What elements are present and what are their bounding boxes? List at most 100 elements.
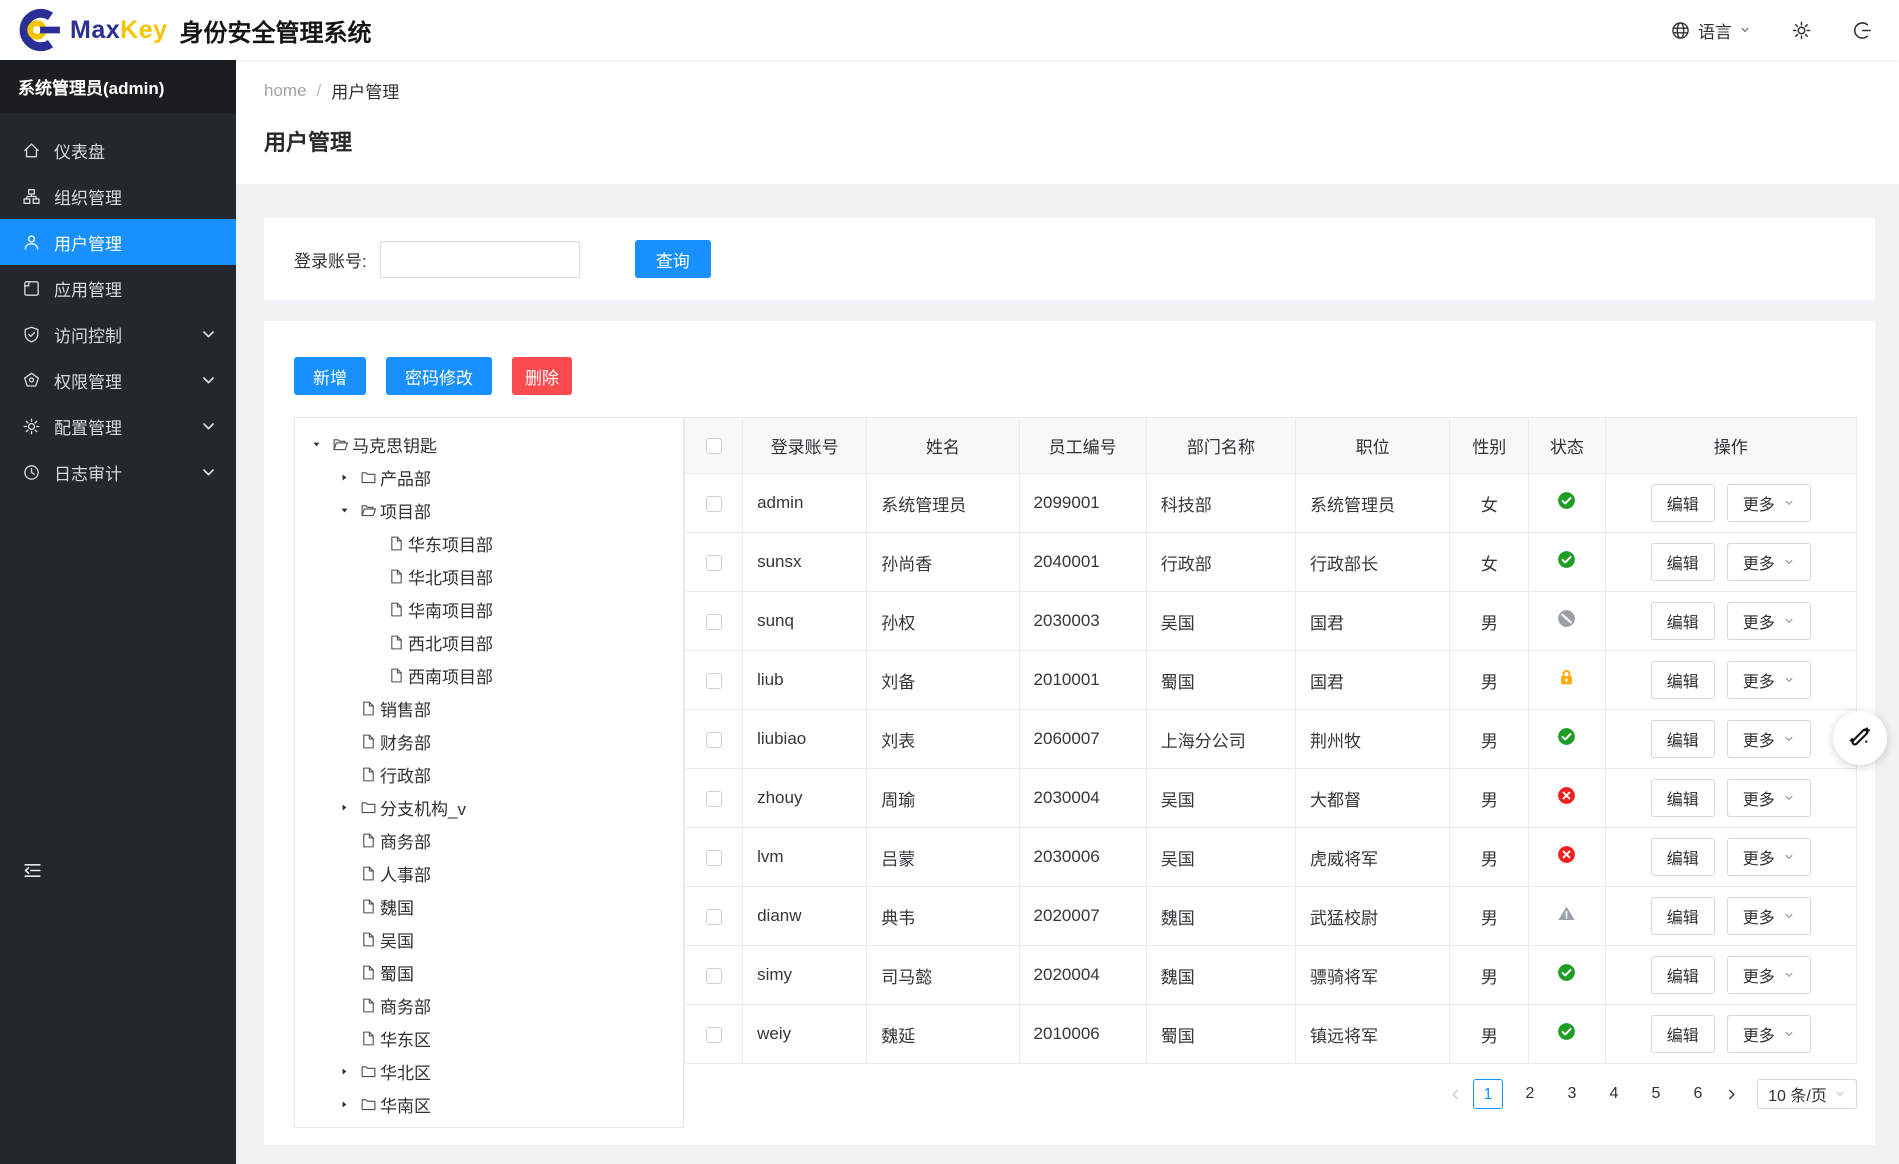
caret-down-icon[interactable]	[307, 439, 325, 451]
tree-node-0[interactable]: 马克思钥匙	[295, 428, 683, 461]
row-checkbox[interactable]	[705, 613, 722, 630]
edit-button[interactable]: 编辑	[1650, 720, 1715, 758]
row-checkbox[interactable]	[705, 672, 722, 689]
sidebar-item-1[interactable]: 组织管理	[0, 173, 236, 219]
row-checkbox[interactable]	[705, 1026, 722, 1043]
pagination-next[interactable]	[1719, 1079, 1743, 1109]
menu-fold-icon[interactable]	[22, 860, 43, 881]
pagination-page-6[interactable]: 6	[1683, 1079, 1713, 1109]
tree-node-1[interactable]: 产品部	[295, 461, 683, 494]
logout-button[interactable]	[1852, 20, 1873, 41]
tree-node-19[interactable]: 华北区	[295, 1055, 683, 1088]
pagination-page-3[interactable]: 3	[1557, 1079, 1587, 1109]
pagination-page-5[interactable]: 5	[1641, 1079, 1671, 1109]
tree-node-11[interactable]: 分支机构_v	[295, 791, 683, 824]
row-checkbox[interactable]	[705, 731, 722, 748]
sidebar: 系统管理员(admin) 仪表盘 组织管理 用户管理 应用管理 访问控制 权限管理 配置管理…	[0, 60, 236, 1164]
sidebar-item-3[interactable]: 应用管理	[0, 265, 236, 311]
more-button[interactable]: 更多	[1726, 779, 1811, 817]
caret-placeholder	[335, 868, 353, 880]
cell-name: 刘表	[866, 709, 1020, 769]
tree-node-9[interactable]: 财务部	[295, 725, 683, 758]
page-size-select[interactable]: 10 条/页	[1757, 1079, 1857, 1109]
caret-right-icon[interactable]	[335, 1099, 353, 1111]
pagination-page-4[interactable]: 4	[1599, 1079, 1629, 1109]
magic-wand-button[interactable]	[1833, 711, 1887, 765]
tree-node-10[interactable]: 行政部	[295, 758, 683, 791]
tree-node-12[interactable]: 商务部	[295, 824, 683, 857]
sidebar-item-4[interactable]: 访问控制	[0, 311, 236, 357]
tree-node-5[interactable]: 华南项目部	[295, 593, 683, 626]
more-button[interactable]: 更多	[1726, 602, 1811, 640]
tree-node-7[interactable]: 西南项目部	[295, 659, 683, 692]
chevron-left-icon	[1448, 1087, 1463, 1102]
more-button[interactable]: 更多	[1726, 897, 1811, 935]
tree-node-3[interactable]: 华东项目部	[295, 527, 683, 560]
edit-button[interactable]: 编辑	[1650, 1015, 1715, 1053]
delete-button[interactable]: 删除	[512, 357, 572, 395]
table-row-4: liubiao 刘表 2060007 上海分公司 荆州牧男 编辑 更多	[683, 709, 1857, 769]
more-button[interactable]: 更多	[1726, 484, 1811, 522]
tree-node-4[interactable]: 华北项目部	[295, 560, 683, 593]
tree-node-6[interactable]: 西北项目部	[295, 626, 683, 659]
folder-open-icon	[332, 436, 349, 453]
row-checkbox[interactable]	[705, 554, 722, 571]
tree-node-17[interactable]: 商务部	[295, 989, 683, 1022]
caret-right-icon[interactable]	[335, 1066, 353, 1078]
tree-node-16[interactable]: 蜀国	[295, 956, 683, 989]
sidebar-item-7[interactable]: 日志审计	[0, 449, 236, 495]
page-size-label: 10 条/页	[1768, 1088, 1827, 1105]
edit-button[interactable]: 编辑	[1650, 897, 1715, 935]
table-row-8: simy 司马懿 2020004 魏国 骠骑将军男 编辑 更多	[683, 945, 1857, 1005]
edit-button[interactable]: 编辑	[1650, 602, 1715, 640]
sidebar-item-0[interactable]: 仪表盘	[0, 127, 236, 173]
pagination-page-1[interactable]: 1	[1473, 1079, 1503, 1109]
row-checkbox[interactable]	[705, 908, 722, 925]
row-checkbox[interactable]	[705, 790, 722, 807]
row-checkbox[interactable]	[705, 495, 722, 512]
more-button[interactable]: 更多	[1726, 720, 1811, 758]
login-account-input[interactable]	[379, 240, 580, 278]
tree-node-13[interactable]: 人事部	[295, 857, 683, 890]
query-button[interactable]: 查询	[634, 240, 711, 278]
caret-down-icon[interactable]	[335, 505, 353, 517]
tree-node-20[interactable]: 华南区	[295, 1088, 683, 1121]
tree-node-15[interactable]: 吴国	[295, 923, 683, 956]
edit-button[interactable]: 编辑	[1650, 543, 1715, 581]
row-checkbox[interactable]	[705, 849, 722, 866]
edit-button[interactable]: 编辑	[1650, 838, 1715, 876]
chevron-down-icon	[1783, 1028, 1795, 1040]
tree-node-2[interactable]: 项目部	[295, 494, 683, 527]
edit-button[interactable]: 编辑	[1650, 956, 1715, 994]
tree-node-8[interactable]: 销售部	[295, 692, 683, 725]
more-button[interactable]: 更多	[1726, 661, 1811, 699]
more-button[interactable]: 更多	[1726, 1015, 1811, 1053]
tree-node-14[interactable]: 魏国	[295, 890, 683, 923]
sidebar-item-2[interactable]: 用户管理	[0, 219, 236, 265]
language-dropdown[interactable]: 语言	[1670, 18, 1751, 43]
cell-gender: 男	[1449, 650, 1530, 710]
pagination-prev[interactable]	[1443, 1079, 1467, 1109]
more-button[interactable]: 更多	[1726, 956, 1811, 994]
more-button[interactable]: 更多	[1726, 838, 1811, 876]
tree-node-18[interactable]: 华东区	[295, 1022, 683, 1055]
sidebar-item-5[interactable]: 权限管理	[0, 357, 236, 403]
sidebar-item-6[interactable]: 配置管理	[0, 403, 236, 449]
change-password-button[interactable]: 密码修改	[386, 357, 492, 395]
cell-name: 魏延	[866, 1004, 1020, 1064]
select-all-checkbox[interactable]	[705, 438, 722, 455]
caret-right-icon[interactable]	[335, 802, 353, 814]
pagination-page-2[interactable]: 2	[1515, 1079, 1545, 1109]
breadcrumb-home-link[interactable]: home	[264, 81, 307, 101]
edit-button[interactable]: 编辑	[1650, 779, 1715, 817]
settings-button[interactable]	[1791, 20, 1812, 41]
row-checkbox[interactable]	[705, 967, 722, 984]
logout-icon	[1852, 20, 1873, 41]
edit-button[interactable]: 编辑	[1650, 484, 1715, 522]
add-button[interactable]: 新增	[294, 357, 366, 395]
more-button[interactable]: 更多	[1726, 543, 1811, 581]
tree-node-label: 魏国	[380, 899, 414, 918]
maxkey-logo-icon	[16, 7, 62, 53]
caret-right-icon[interactable]	[335, 472, 353, 484]
edit-button[interactable]: 编辑	[1650, 661, 1715, 699]
